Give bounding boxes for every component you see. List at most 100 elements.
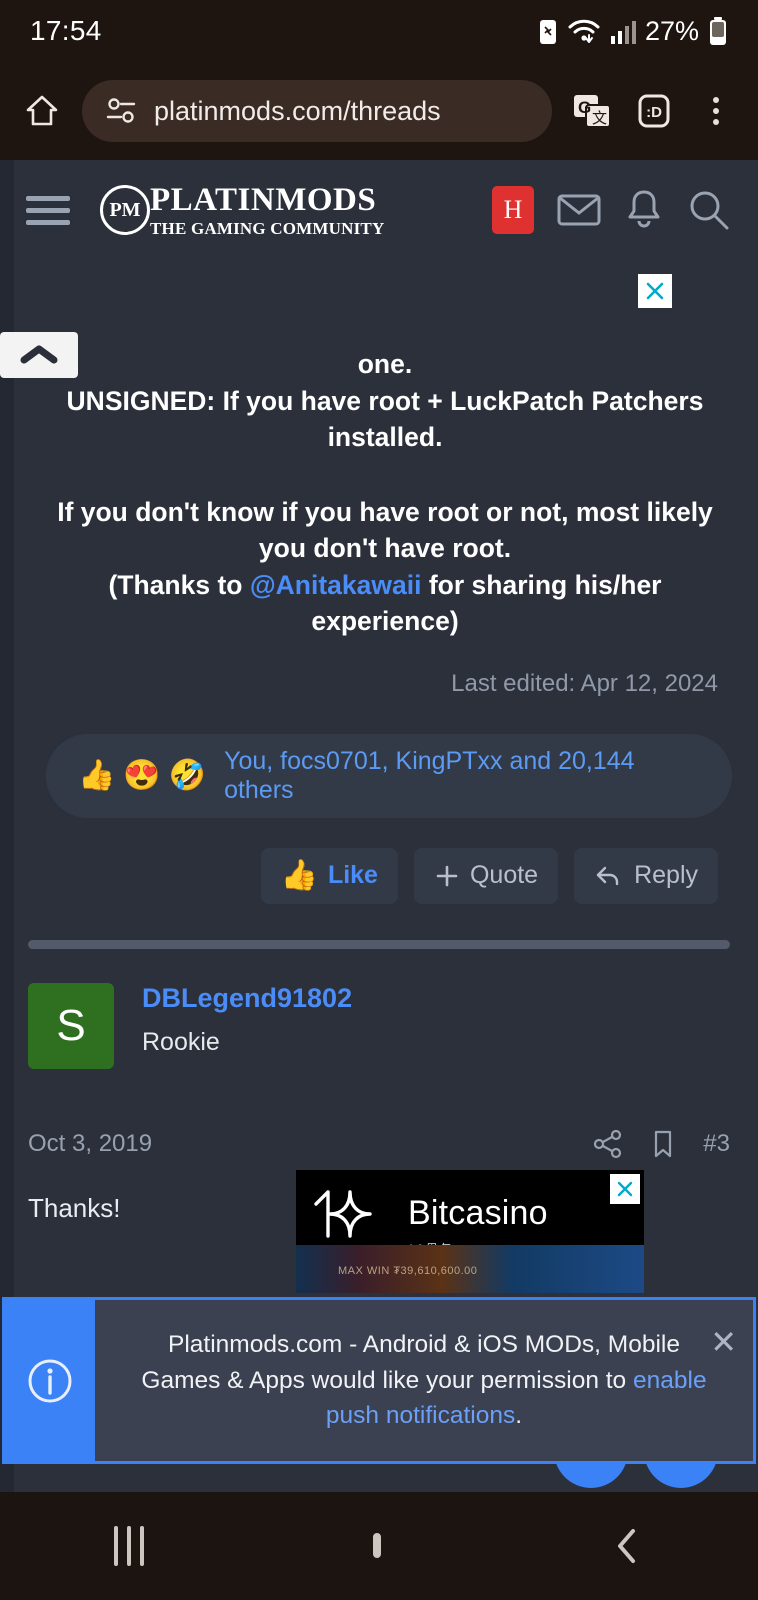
post-divider — [28, 939, 730, 949]
post-meta-actions: #3 — [593, 1129, 730, 1159]
reply-button[interactable]: Reply — [574, 847, 718, 904]
logo-badge: PM — [100, 185, 150, 235]
svg-text:G: G — [578, 98, 591, 117]
signal-icon — [610, 17, 636, 45]
push-close-button[interactable]: ✕ — [710, 1326, 737, 1358]
home-icon — [372, 1533, 381, 1558]
home-button[interactable] — [14, 83, 70, 139]
home-button-nav[interactable] — [372, 1533, 381, 1558]
post-line-4: (Thanks to @Anitakawaii for sharing his/… — [32, 567, 738, 640]
battery-icon — [708, 16, 728, 46]
post-line-1: one. — [357, 349, 413, 379]
status-bar: 17:54 27% — [0, 0, 758, 62]
bitcasino-brand: Bitcasino — [408, 1193, 548, 1232]
inbox-button[interactable] — [556, 190, 602, 230]
post-author: S DBLegend91802 Rookie — [0, 949, 758, 1069]
overflow-menu-icon — [713, 97, 719, 125]
scroll-to-top-tab[interactable] — [0, 332, 78, 378]
bitcasino-logo-icon — [306, 1182, 398, 1244]
hamburger-icon — [26, 195, 70, 201]
quote-label: Quote — [469, 861, 539, 890]
reaction-emoji-haha: 🤣 — [168, 758, 207, 792]
push-notification-prompt: Platinmods.com - Android & iOS MODs, Mob… — [2, 1297, 756, 1464]
android-navigation-bar — [0, 1492, 758, 1600]
recents-button[interactable] — [114, 1526, 145, 1566]
push-message-area: Platinmods.com - Android & iOS MODs, Mob… — [95, 1300, 753, 1461]
logo-title: PLATINMODS — [150, 181, 377, 218]
info-icon — [22, 1353, 78, 1409]
share-icon — [593, 1129, 623, 1159]
push-text-before: Platinmods.com - Android & iOS MODs, Mob… — [141, 1331, 680, 1394]
back-button[interactable] — [610, 1524, 644, 1568]
webpage-viewport: PM PLATINMODS THE GAMING COMMUNITY H one… — [0, 160, 758, 1492]
last-edited-text: Last edited: Apr 12, 2024 — [451, 669, 718, 697]
logo-subtitle: THE GAMING COMMUNITY — [150, 218, 385, 238]
wifi-icon — [567, 17, 601, 45]
chevron-up-icon — [17, 342, 61, 368]
highlight-badge[interactable]: H — [492, 186, 534, 234]
battery-saver-icon — [538, 17, 558, 45]
push-message: Platinmods.com - Android & iOS MODs, Mob… — [134, 1327, 714, 1434]
browser-menu-button[interactable] — [688, 83, 744, 139]
header-actions: H — [492, 186, 732, 234]
tab-count-icon: :D — [633, 90, 675, 132]
google-translate-icon: G 文 — [570, 89, 614, 133]
post-actions: 👍 Like Quote Reply — [26, 818, 744, 904]
status-time: 17:54 — [30, 15, 102, 46]
author-username[interactable]: DBLegend91802 — [142, 983, 352, 1014]
post-body-text: one. UNSIGNED: If you have root + LuckPa… — [26, 322, 744, 640]
bitcasino-ad[interactable]: Bitcasino 10周年 MAX WIN ₮39,610,600.00 — [296, 1170, 644, 1293]
phone-screen: 17:54 27% platinmods.com/threads G 文:D … — [0, 0, 758, 1600]
translate-button[interactable]: G 文 — [564, 83, 620, 139]
reactions-bar[interactable]: 👍 😍 🤣 You, focs0701, KingPTxx and 20,144… — [46, 733, 732, 818]
post-number[interactable]: #3 — [703, 1130, 730, 1158]
author-title: Rookie — [142, 1027, 220, 1056]
quote-button[interactable]: Quote — [413, 847, 559, 904]
post-line-2: UNSIGNED: If you have root + LuckPatch P… — [66, 385, 704, 453]
envelope-icon — [556, 190, 602, 230]
post-date[interactable]: Oct 3, 2019 — [28, 1130, 152, 1158]
like-button[interactable]: 👍 Like — [260, 847, 398, 904]
recents-icon — [114, 1526, 145, 1566]
thumbs-up-icon: 👍 — [280, 858, 318, 892]
first-post: one. UNSIGNED: If you have root + LuckPa… — [0, 322, 758, 904]
tab-switcher-button[interactable]: :D — [626, 83, 682, 139]
reaction-emoji-love: 😍 — [123, 758, 161, 792]
bell-icon — [624, 188, 664, 232]
svg-text:文: 文 — [592, 109, 607, 127]
share-button[interactable] — [593, 1129, 623, 1159]
top-ad-close-button[interactable] — [638, 274, 672, 308]
reaction-emoji-like: 👍 — [78, 758, 116, 792]
page-info-icon[interactable] — [104, 94, 138, 128]
push-text-after: . — [515, 1402, 523, 1430]
like-label: Like — [327, 861, 378, 890]
bitcasino-max-win: MAX WIN ₮39,610,600.00 — [338, 1265, 478, 1277]
bookmark-icon — [651, 1129, 675, 1159]
bitcasino-ad-header: Bitcasino — [296, 1170, 644, 1244]
user-mention-link[interactable]: @Anitakawaii — [250, 570, 422, 600]
plus-icon — [434, 863, 460, 889]
alerts-button[interactable] — [624, 188, 664, 232]
back-icon — [610, 1524, 644, 1568]
bookmark-button[interactable] — [651, 1129, 675, 1159]
search-button[interactable] — [686, 187, 732, 233]
top-ad-slot — [0, 260, 758, 322]
home-icon — [22, 91, 62, 131]
url-text[interactable]: platinmods.com/threads — [154, 96, 441, 127]
reply-arrow-icon — [594, 863, 624, 889]
search-icon — [686, 187, 732, 233]
post-meta-row: Oct 3, 2019 #3 — [0, 1069, 758, 1159]
site-logo[interactable]: PM PLATINMODS THE GAMING COMMUNITY — [100, 181, 385, 238]
reaction-names-text[interactable]: You, focs0701, KingPTxx and 20,144 other… — [224, 747, 700, 805]
battery-percent: 27% — [644, 15, 699, 46]
post-line-3: If you don't know if you have root or no… — [57, 496, 713, 564]
url-bar[interactable]: platinmods.com/threads — [82, 80, 552, 142]
site-menu-button[interactable] — [26, 195, 74, 225]
status-icons: 27% — [538, 16, 728, 47]
bitcasino-ad-close-button[interactable] — [610, 1174, 640, 1204]
avatar[interactable]: S — [28, 982, 114, 1069]
site-header: PM PLATINMODS THE GAMING COMMUNITY H — [0, 160, 758, 260]
thanks-prefix: (Thanks to — [108, 569, 250, 600]
browser-toolbar: platinmods.com/threads G 文 :D — [0, 62, 758, 160]
